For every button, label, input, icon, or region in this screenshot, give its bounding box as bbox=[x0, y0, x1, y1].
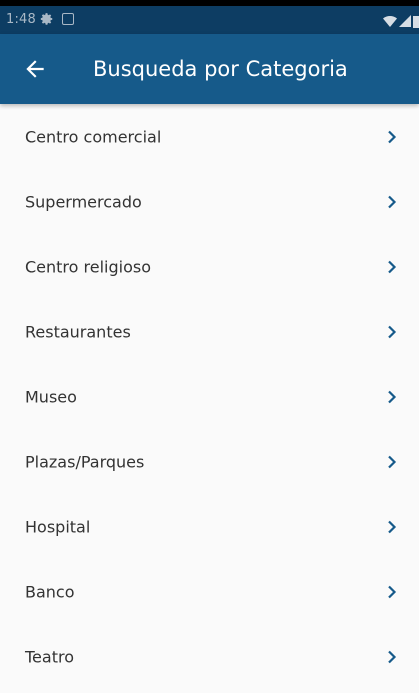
category-item-restaurantes[interactable]: Restaurantes bbox=[0, 299, 419, 364]
category-item-plazas-parques[interactable]: Plazas/Parques bbox=[0, 429, 419, 494]
category-label: Teatro bbox=[25, 647, 74, 666]
status-time: 1:48 bbox=[6, 12, 36, 27]
chevron-right-icon bbox=[388, 390, 397, 403]
category-item-centro-religioso[interactable]: Centro religioso bbox=[0, 234, 419, 299]
category-list: Centro comercial Supermercado Centro rel… bbox=[0, 104, 419, 689]
category-item-hospital[interactable]: Hospital bbox=[0, 494, 419, 559]
app-bar: Busqueda por Categoria bbox=[0, 34, 419, 104]
category-item-museo[interactable]: Museo bbox=[0, 364, 419, 429]
category-label: Plazas/Parques bbox=[25, 452, 145, 471]
wifi-icon bbox=[383, 16, 397, 27]
category-item-banco[interactable]: Banco bbox=[0, 559, 419, 624]
gear-icon bbox=[40, 13, 53, 25]
arrow-left-icon[interactable] bbox=[22, 56, 48, 82]
category-label: Restaurantes bbox=[25, 322, 131, 341]
category-item-supermercado[interactable]: Supermercado bbox=[0, 169, 419, 234]
category-label: Centro comercial bbox=[25, 127, 162, 146]
battery-icon bbox=[413, 15, 419, 28]
page-title: Busqueda por Categoria bbox=[93, 57, 348, 81]
chevron-right-icon bbox=[388, 650, 397, 663]
category-label: Centro religioso bbox=[25, 257, 152, 276]
chevron-right-icon bbox=[388, 325, 397, 338]
category-label: Hospital bbox=[25, 517, 91, 536]
category-label: Supermercado bbox=[25, 192, 142, 211]
chevron-right-icon bbox=[388, 455, 397, 468]
category-item-teatro[interactable]: Teatro bbox=[0, 624, 419, 689]
category-label: Banco bbox=[25, 582, 75, 601]
status-bar: 1:48 bbox=[0, 6, 419, 34]
chevron-right-icon bbox=[388, 195, 397, 208]
chevron-right-icon bbox=[388, 130, 397, 143]
category-item-centro-comercial[interactable]: Centro comercial bbox=[0, 104, 419, 169]
screen: 1:48 Busqueda por Categoria Centro comer… bbox=[0, 0, 419, 693]
status-right-icons bbox=[383, 14, 419, 28]
chevron-right-icon bbox=[388, 520, 397, 533]
photo-icon bbox=[62, 13, 74, 25]
chevron-right-icon bbox=[388, 585, 397, 598]
category-label: Museo bbox=[25, 387, 77, 406]
signal-icon bbox=[399, 15, 411, 27]
chevron-right-icon bbox=[388, 260, 397, 273]
